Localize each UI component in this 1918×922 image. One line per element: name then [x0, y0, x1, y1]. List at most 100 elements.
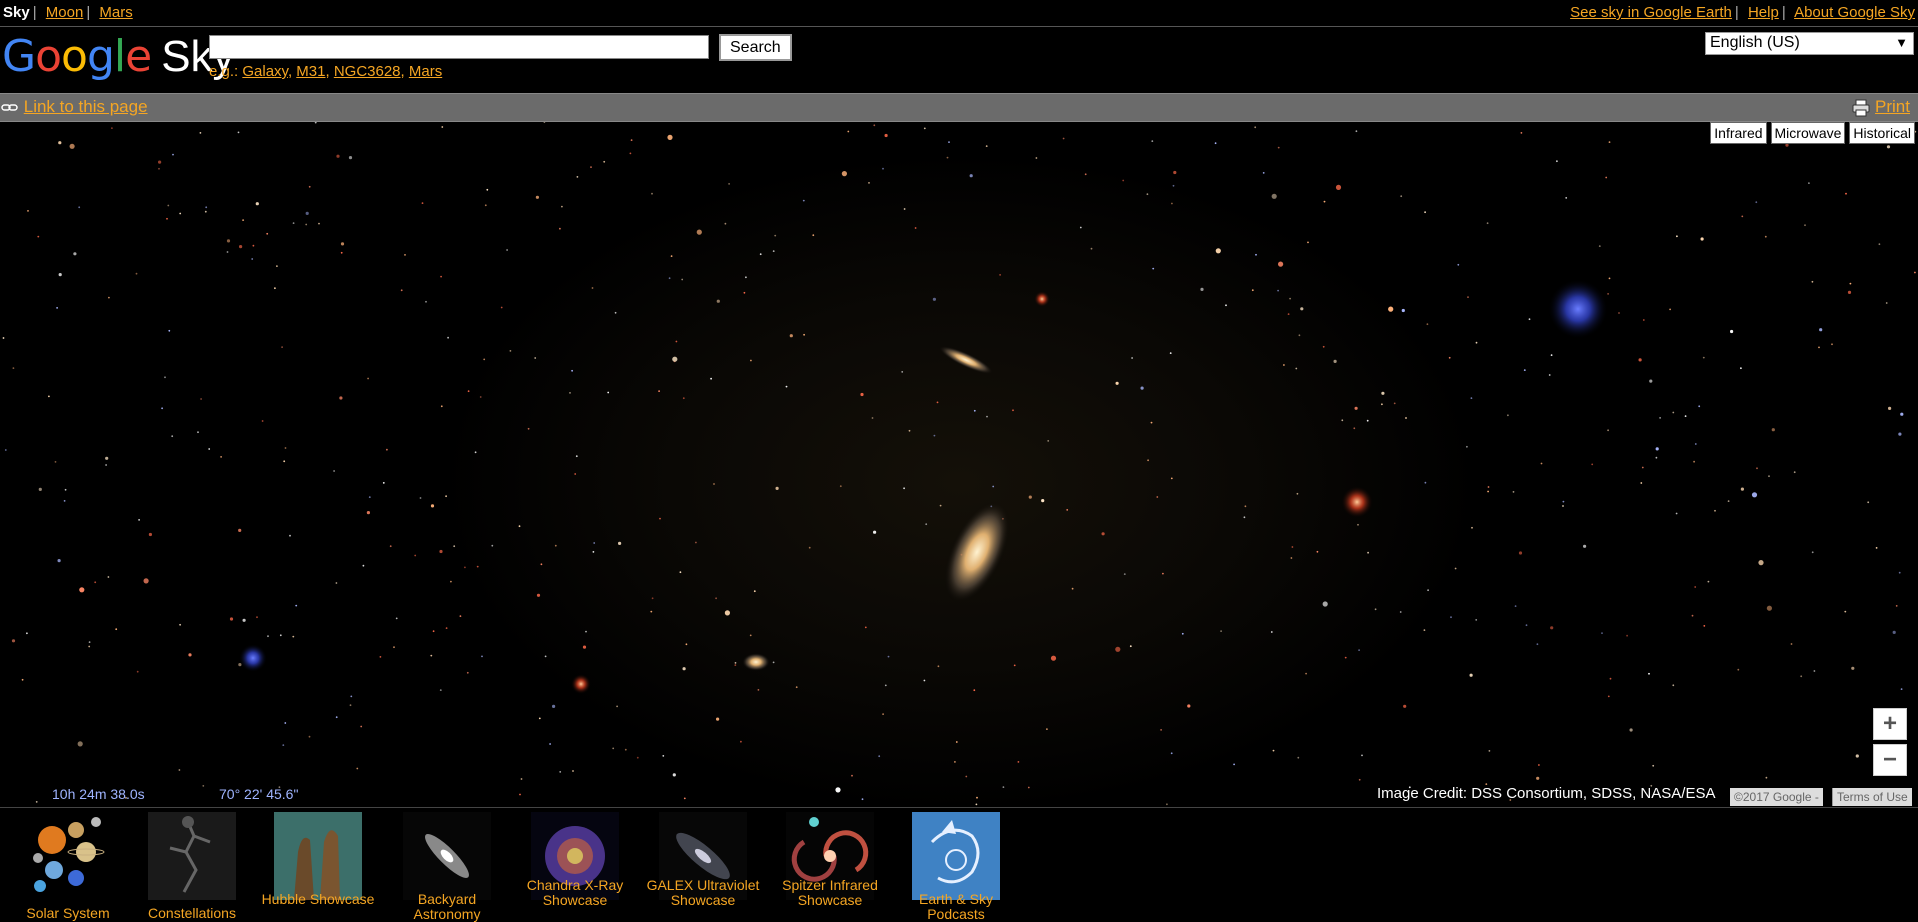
star [476, 565, 479, 568]
star [1703, 625, 1706, 627]
star [1355, 130, 1358, 133]
star [1101, 532, 1105, 536]
header: Google Sky Search e.g.: Galaxy, M31, NGC3… [0, 27, 1918, 93]
star [389, 545, 392, 548]
showcase-label: Backyard Astronomy [413, 891, 481, 922]
example-mars[interactable]: Mars [409, 63, 442, 80]
nav-google-earth-link[interactable]: See sky in Google Earth [1570, 4, 1732, 21]
showcase-hubble[interactable]: Hubble Showcase [258, 812, 378, 907]
star [305, 223, 308, 226]
layer-historical-button[interactable]: Historical [1849, 122, 1915, 144]
star [549, 743, 551, 745]
star [618, 541, 622, 545]
showcase-label: Chandra X-Ray Showcase [526, 877, 624, 908]
showcase-backyard-astronomy[interactable]: Backyard Astronomy [387, 812, 507, 922]
star [946, 156, 949, 159]
star [419, 497, 422, 499]
star [569, 392, 571, 394]
star [161, 407, 164, 410]
star [479, 396, 482, 398]
star [1450, 616, 1452, 619]
star [1583, 544, 1587, 548]
star [1768, 475, 1770, 478]
layer-infrared-button[interactable]: Infrared [1710, 122, 1767, 144]
star [1448, 356, 1451, 359]
star [1607, 429, 1609, 432]
layer-buttons: Infrared Microwave Historical [1710, 122, 1915, 144]
star [1047, 440, 1050, 442]
star [1730, 329, 1734, 334]
star [839, 485, 842, 488]
nav-mars[interactable]: Mars [99, 4, 132, 21]
star-points [2, 122, 1917, 806]
star [658, 390, 660, 392]
star [314, 122, 317, 124]
zoom-out-button[interactable]: − [1873, 744, 1907, 776]
star [64, 488, 67, 491]
star [172, 153, 174, 156]
print-link[interactable]: Print [1875, 97, 1910, 116]
star [1790, 643, 1793, 645]
nav-help-link[interactable]: Help [1748, 4, 1779, 21]
star [238, 528, 242, 532]
nav-about-link[interactable]: About Google Sky [1794, 4, 1915, 21]
star [421, 202, 424, 204]
star [1254, 126, 1257, 129]
showcase-spitzer[interactable]: Spitzer Infrared Showcase [770, 812, 890, 908]
star [58, 273, 62, 277]
star [197, 431, 199, 434]
showcase-label: Spitzer Infrared Showcase [782, 877, 878, 908]
zoom-in-button[interactable]: + [1873, 708, 1907, 740]
star [864, 626, 867, 629]
star [1079, 226, 1082, 229]
star [534, 357, 537, 359]
star [1831, 343, 1833, 346]
star [491, 544, 494, 547]
star [138, 519, 141, 521]
star [282, 744, 285, 746]
example-m31[interactable]: M31 [296, 63, 325, 80]
star [1399, 611, 1402, 613]
terms-of-use-link[interactable]: Terms of Use [1832, 788, 1912, 806]
example-ngc3628[interactable]: NGC3628 [334, 63, 401, 80]
star [450, 580, 452, 583]
star [1046, 728, 1048, 730]
nav-moon[interactable]: Moon [46, 4, 84, 21]
star [1886, 145, 1891, 149]
star [884, 133, 888, 138]
showcase-earth-sky-podcasts[interactable]: Earth & Sky Podcasts [896, 812, 1016, 922]
star [932, 297, 937, 301]
galaxy-m82 [938, 345, 994, 375]
showcase-constellations[interactable]: Constellations [132, 812, 252, 921]
star [158, 160, 162, 164]
showcase-solar-system[interactable]: Solar System [8, 812, 128, 921]
link-bar: Link to this page Print [0, 93, 1918, 122]
printer-icon[interactable] [1852, 99, 1870, 117]
star [1727, 500, 1730, 502]
star [1676, 235, 1678, 238]
star [1388, 306, 1394, 312]
star [453, 545, 456, 548]
layer-microwave-button[interactable]: Microwave [1770, 122, 1846, 144]
language-select[interactable]: English (US) ▼ [1705, 32, 1914, 55]
star [775, 486, 779, 490]
search-button[interactable]: Search [719, 34, 792, 61]
star [1693, 460, 1695, 463]
star [115, 628, 118, 631]
example-galaxy[interactable]: Galaxy [242, 63, 288, 80]
star [802, 199, 805, 202]
google-sky-logo[interactable]: Google Sky [2, 35, 235, 79]
star [554, 544, 557, 547]
sky-map[interactable]: Infrared Microwave Historical + − 10h 24… [0, 122, 1918, 806]
nav-sky[interactable]: Sky [3, 4, 30, 21]
link-to-this-page[interactable]: Link to this page [24, 97, 148, 116]
showcase-galex[interactable]: GALEX Ultraviolet Showcase [643, 812, 763, 908]
star [266, 232, 269, 235]
star [1793, 471, 1796, 474]
showcase-chandra[interactable]: Chandra X-Ray Showcase [515, 812, 635, 908]
star [682, 667, 686, 671]
search-input[interactable] [209, 35, 709, 59]
star [1298, 334, 1301, 337]
star [1607, 695, 1610, 698]
examples-prefix: e.g.: [209, 63, 239, 80]
